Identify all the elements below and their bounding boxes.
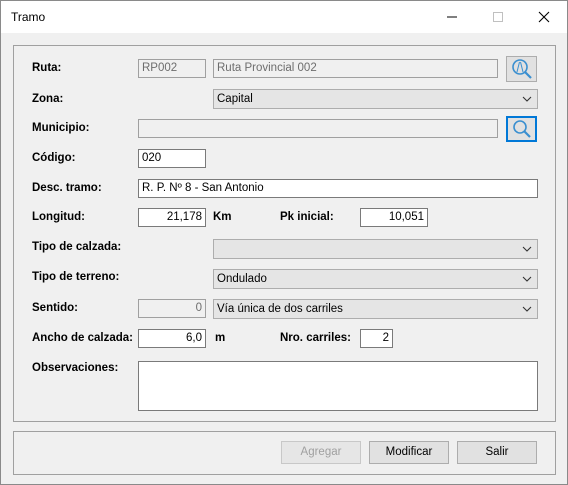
tramo-dialog: Tramo Ruta: RP002 Ruta Provincial 002 Zo… <box>0 0 568 485</box>
minimize-icon <box>447 16 457 18</box>
ancho-field[interactable]: 6,0 <box>138 329 206 348</box>
terreno-select[interactable]: Ondulado <box>213 269 538 289</box>
carriles-field[interactable]: 2 <box>360 329 393 348</box>
ruta-search-button[interactable] <box>506 56 537 82</box>
observaciones-label: Observaciones: <box>32 362 119 374</box>
ruta-name-field: Ruta Provincial 002 <box>213 59 498 78</box>
longitud-unit: Km <box>213 211 232 223</box>
municipio-search-button[interactable] <box>506 116 537 142</box>
sentido-value: Vía única de dos carriles <box>217 303 343 315</box>
calzada-select[interactable] <box>213 239 538 259</box>
terreno-label: Tipo de terreno: <box>32 271 120 283</box>
salir-button[interactable]: Salir <box>457 441 537 464</box>
sentido-select[interactable]: Vía única de dos carriles <box>213 299 538 319</box>
modificar-button[interactable]: Modificar <box>369 441 449 464</box>
title-bar: Tramo <box>1 1 567 33</box>
search-icon <box>512 120 531 138</box>
codigo-label: Código: <box>32 152 76 164</box>
codigo-field[interactable]: 020 <box>138 149 206 168</box>
pk-field[interactable]: 10,051 <box>360 208 428 227</box>
municipio-label: Municipio: <box>32 122 90 134</box>
agregar-button[interactable]: Agregar <box>281 441 361 464</box>
ancho-label: Ancho de calzada: <box>32 332 133 344</box>
sentido-label: Sentido: <box>32 302 78 314</box>
maximize-button <box>475 1 521 33</box>
observaciones-field[interactable] <box>138 361 538 411</box>
ruta-code-field: RP002 <box>138 59 206 78</box>
chevron-down-icon <box>522 306 532 312</box>
desc-label: Desc. tramo: <box>32 182 102 194</box>
zona-select[interactable]: Capital <box>213 89 538 109</box>
terreno-value: Ondulado <box>217 273 267 285</box>
ruta-label: Ruta: <box>32 62 62 74</box>
chevron-down-icon <box>522 246 532 252</box>
close-icon <box>538 11 550 23</box>
sentido-code-field: 0 <box>138 299 206 318</box>
ancho-unit: m <box>215 332 226 344</box>
chevron-down-icon <box>522 276 532 282</box>
longitud-field[interactable]: 21,178 <box>138 208 206 227</box>
button-bar: Agregar Modificar Salir <box>13 431 556 475</box>
road-search-icon <box>511 59 532 79</box>
longitud-label: Longitud: <box>32 211 86 223</box>
zona-label: Zona: <box>32 93 64 105</box>
desc-field[interactable]: R. P. Nº 8 - San Antonio <box>138 179 538 198</box>
form-panel: Ruta: RP002 Ruta Provincial 002 Zona: Ca… <box>13 45 556 422</box>
calzada-label: Tipo de calzada: <box>32 241 122 253</box>
pk-label: Pk inicial: <box>280 211 334 223</box>
zona-value: Capital <box>217 93 253 105</box>
chevron-down-icon <box>522 96 532 102</box>
municipio-field <box>138 119 498 138</box>
close-button[interactable] <box>521 1 567 33</box>
maximize-icon <box>493 12 503 22</box>
minimize-button[interactable] <box>429 1 475 33</box>
window-title: Tramo <box>11 10 46 24</box>
carriles-label: Nro. carriles: <box>280 332 351 344</box>
